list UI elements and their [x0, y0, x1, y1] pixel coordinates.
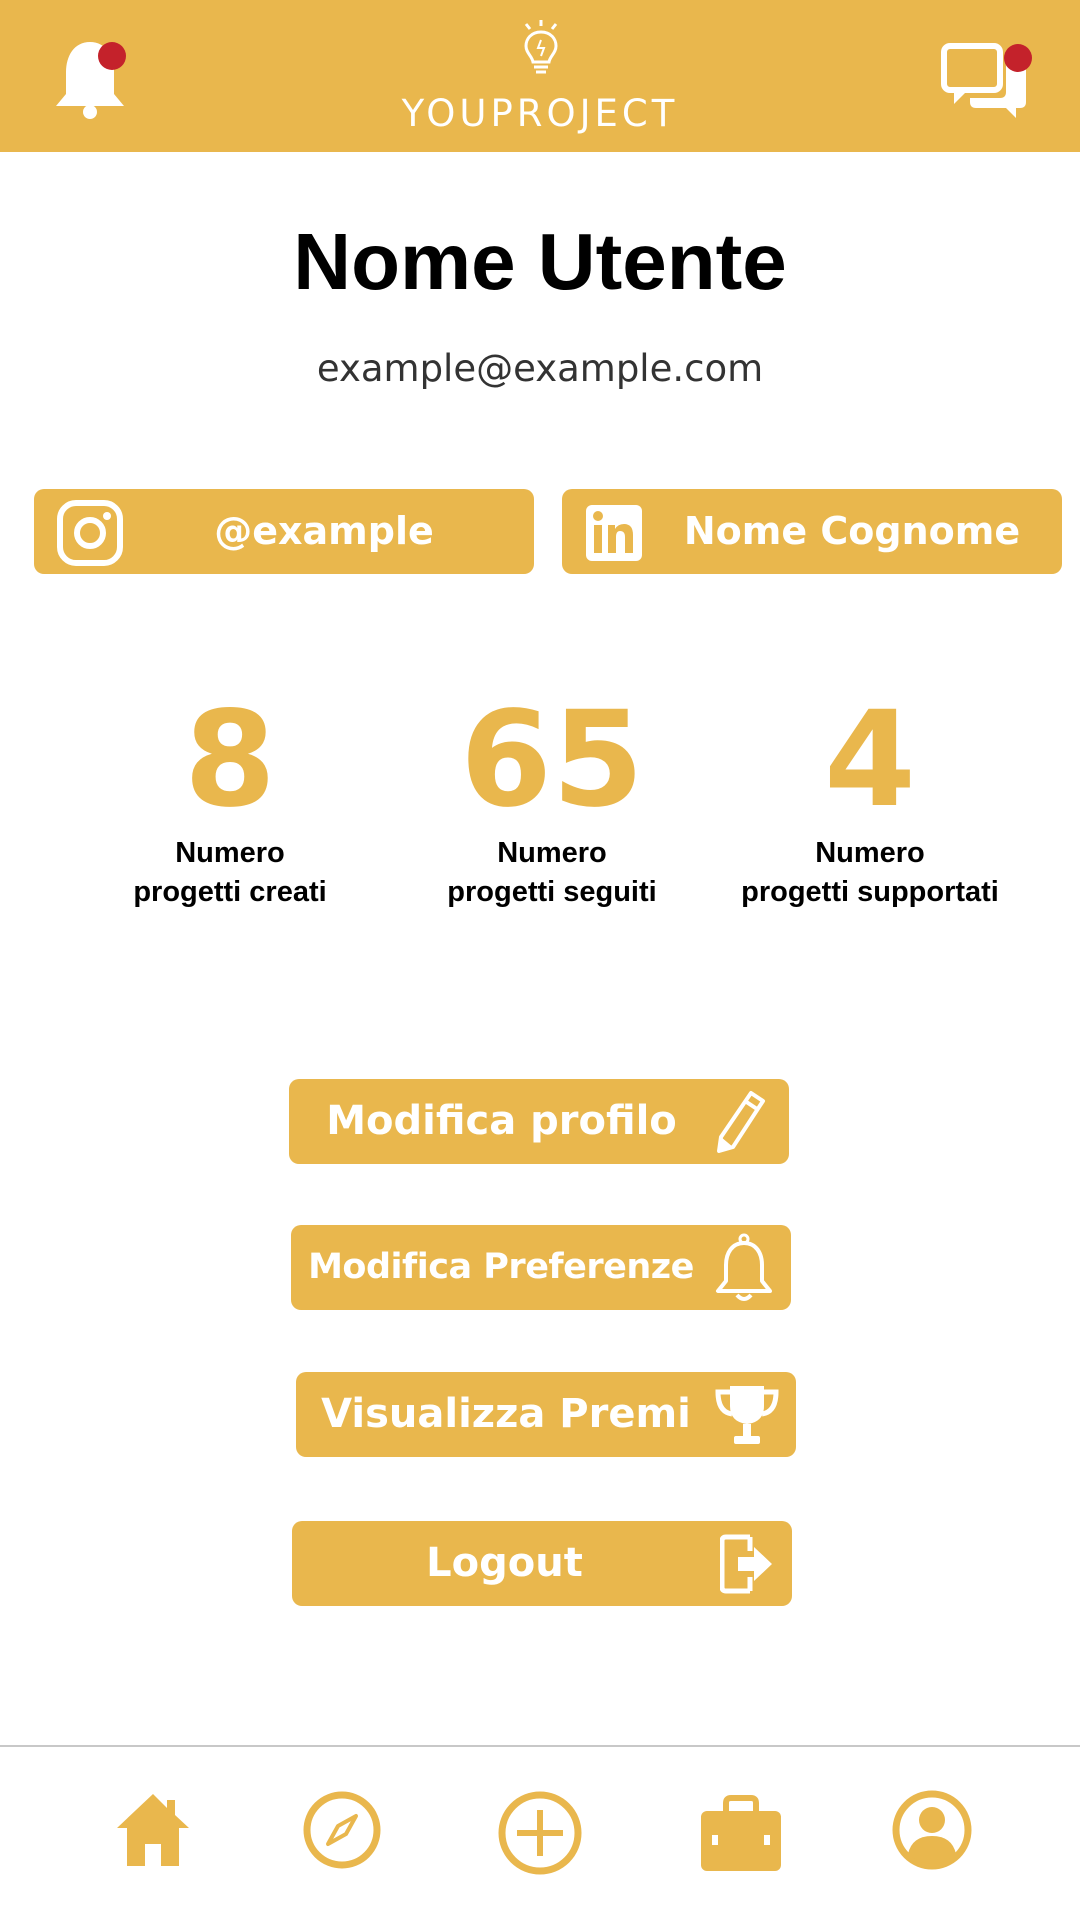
user-icon[interactable] [892, 1790, 972, 1875]
logout-button[interactable]: Logout [292, 1521, 792, 1606]
instagram-icon [56, 499, 124, 572]
linkedin-icon [584, 503, 644, 568]
stat-created-projects: 8 Numero progetti creati [80, 690, 380, 912]
stat-label-line2: progetti seguiti [447, 876, 657, 908]
add-icon[interactable] [497, 1790, 583, 1881]
edit-preferences-button[interactable]: Modifica Preferenze [291, 1225, 791, 1310]
stat-label-line1: Numero [815, 837, 925, 869]
lightbulb-icon [518, 18, 564, 78]
instagram-handle: @example [214, 509, 434, 553]
edit-preferences-label: Modifica Preferenze [308, 1247, 694, 1287]
stat-value: 8 [184, 683, 276, 837]
compass-icon[interactable] [302, 1790, 382, 1875]
stat-value: 4 [824, 683, 916, 837]
stat-followed-projects: 65 Numero progetti seguiti [402, 690, 702, 912]
view-awards-button[interactable]: Visualizza Premi [296, 1372, 796, 1457]
bell-outline-icon [713, 1233, 775, 1307]
view-awards-label: Visualizza Premi [321, 1391, 691, 1437]
home-icon[interactable] [113, 1790, 193, 1875]
logout-label: Logout [426, 1540, 583, 1586]
edit-profile-button[interactable]: Modifica profilo [289, 1079, 789, 1164]
pencil-icon [711, 1089, 767, 1159]
profile-name: Nome Utente [293, 217, 787, 306]
profile-email: example@example.com [316, 347, 764, 390]
app-logo-text: YOUPROJECT [401, 92, 679, 135]
trophy-icon [712, 1382, 782, 1452]
messages-chat-icon[interactable] [940, 42, 1032, 120]
instagram-button[interactable]: @example [34, 489, 534, 574]
chat-notification-dot [1004, 44, 1032, 72]
logout-icon [719, 1533, 776, 1599]
briefcase-icon[interactable] [698, 1795, 784, 1880]
stat-supported-projects: 4 Numero progetti supportati [720, 690, 1020, 912]
linkedin-button[interactable]: Nome Cognome [562, 489, 1062, 574]
stat-label-line1: Numero [497, 837, 607, 869]
edit-profile-label: Modifica profilo [326, 1098, 677, 1144]
stat-value: 65 [460, 683, 644, 837]
bell-notification-dot [98, 42, 126, 70]
linkedin-name: Nome Cognome [683, 509, 1021, 553]
app-header: YOUPROJECT [0, 0, 1080, 152]
bottom-nav-divider [0, 1745, 1080, 1747]
stat-label-line2: progetti supportati [741, 876, 999, 908]
stat-label-line2: progetti creati [133, 876, 327, 908]
stat-label-line1: Numero [175, 837, 285, 869]
